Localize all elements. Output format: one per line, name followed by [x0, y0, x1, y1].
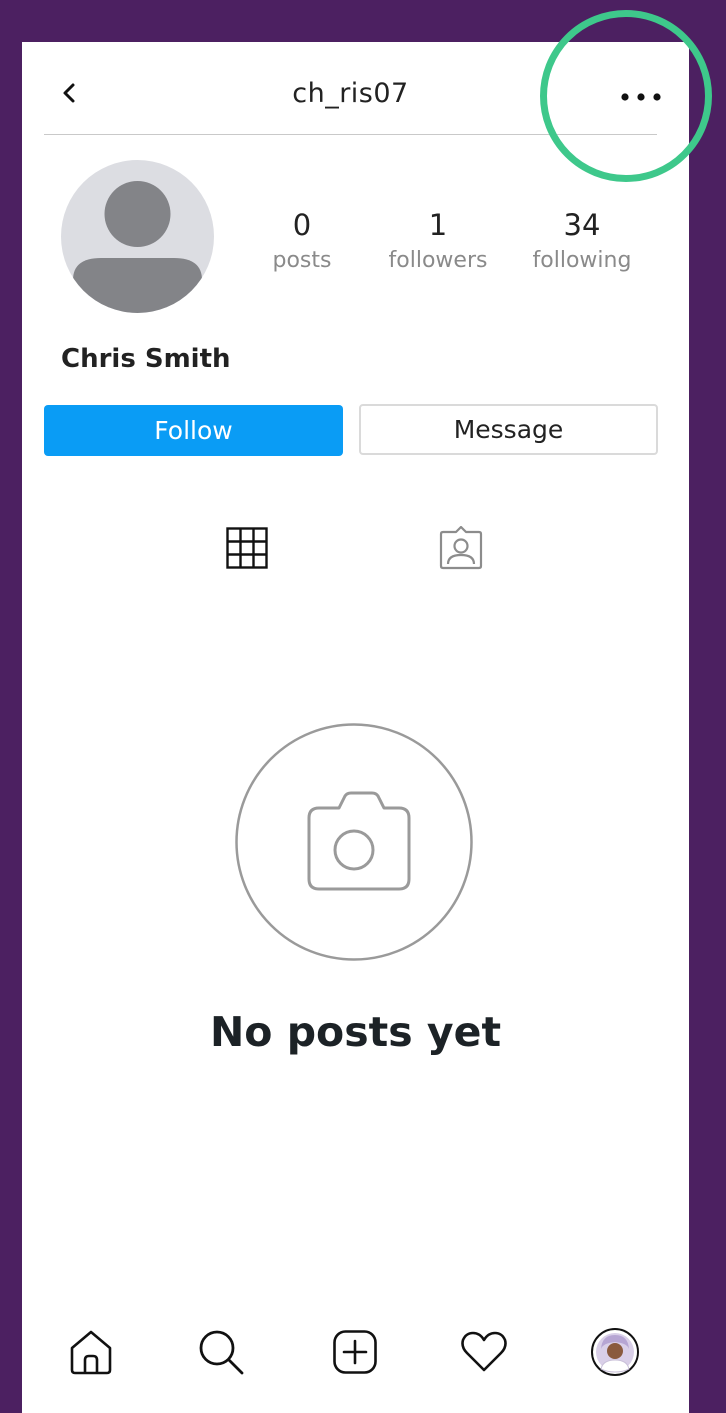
home-icon [70, 1330, 112, 1375]
posts-label: posts [272, 248, 332, 273]
following-label: following [532, 248, 632, 273]
add-post-icon [333, 1330, 377, 1374]
tab-posts-grid[interactable] [223, 524, 271, 572]
followers-count: 1 [428, 208, 448, 242]
stat-followers[interactable]: 1 followers [378, 208, 498, 273]
follow-button[interactable]: Follow [44, 405, 343, 456]
nav-add-post[interactable] [329, 1326, 381, 1378]
stat-following[interactable]: 34 following [522, 208, 642, 273]
tab-tagged[interactable] [437, 524, 485, 572]
empty-state-title: No posts yet [209, 1008, 502, 1056]
grid-icon [226, 527, 268, 569]
highlight-ring [540, 10, 712, 182]
posts-count: 0 [292, 208, 312, 242]
heart-icon [461, 1331, 507, 1372]
nav-activity[interactable] [458, 1326, 510, 1378]
followers-label: followers [388, 248, 488, 273]
profile-full-name: Chris Smith [61, 344, 231, 374]
default-user-icon [73, 181, 202, 313]
nav-search[interactable] [195, 1326, 247, 1378]
profile-screen: ch_ris07 0 posts 1 followers 34 followin… [22, 42, 689, 1413]
profile-avatar [591, 1328, 639, 1376]
profile-avatar-placeholder [61, 160, 214, 313]
following-count: 34 [563, 208, 601, 242]
message-button[interactable]: Message [359, 404, 658, 455]
nav-profile[interactable] [589, 1326, 641, 1378]
camera-icon [235, 723, 473, 961]
nav-home[interactable] [65, 1326, 117, 1378]
tagged-person-icon [439, 526, 483, 570]
search-icon [199, 1330, 244, 1375]
stat-posts[interactable]: 0 posts [242, 208, 362, 273]
